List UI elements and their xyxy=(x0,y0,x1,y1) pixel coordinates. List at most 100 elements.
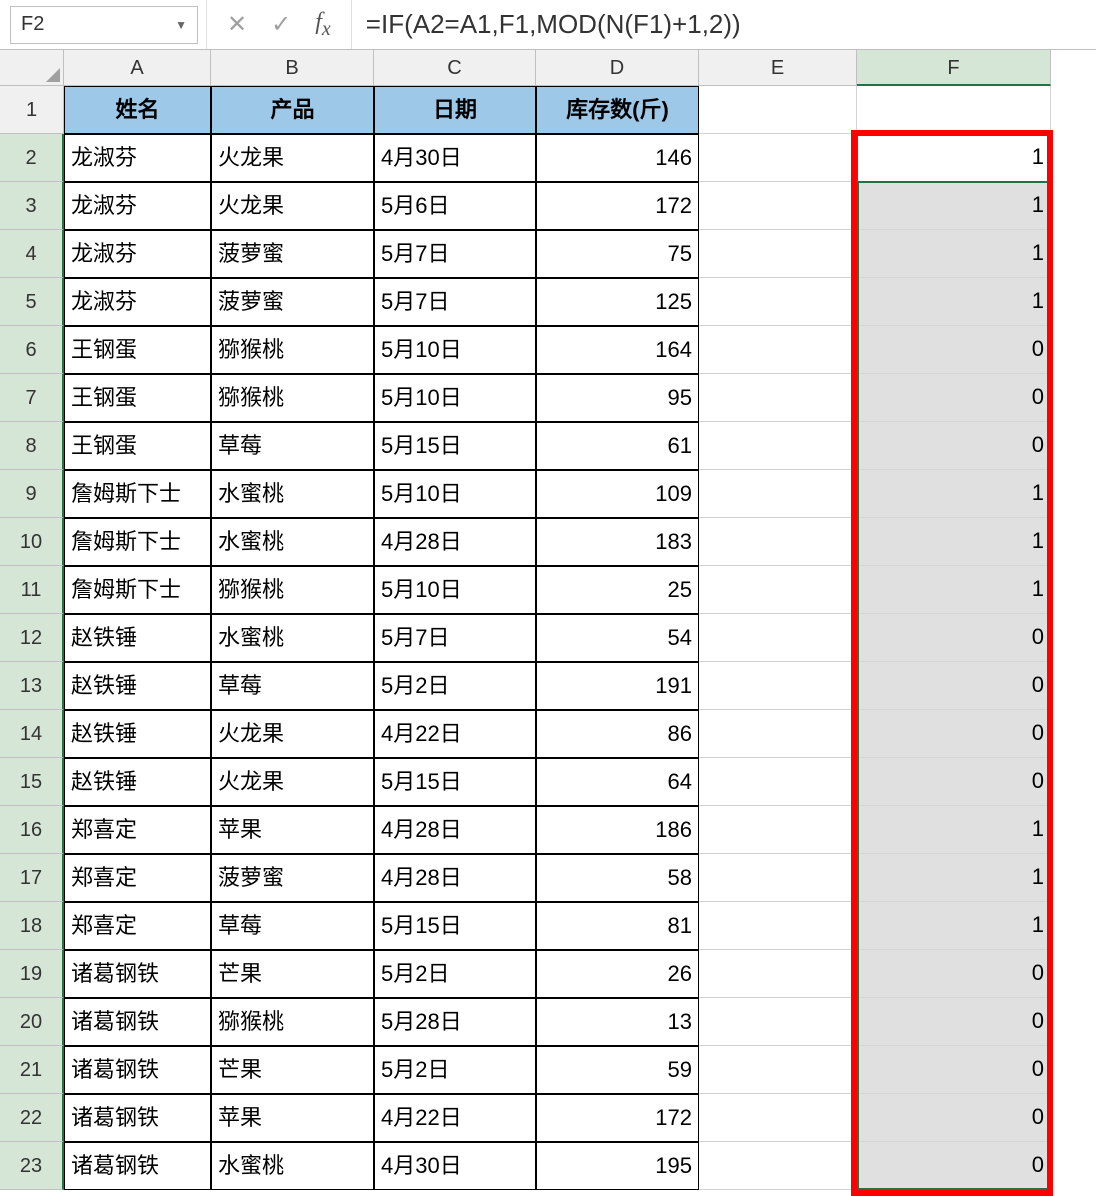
cell-B3[interactable]: 火龙果 xyxy=(211,182,374,230)
confirm-icon[interactable]: ✓ xyxy=(271,10,291,39)
spreadsheet-grid[interactable]: ABCDEF1姓名产品日期库存数(斤)2龙淑芬火龙果4月30日14613龙淑芬火… xyxy=(0,50,1096,1190)
cell-F20[interactable]: 0 xyxy=(857,998,1051,1046)
cell-E8[interactable] xyxy=(699,422,857,470)
column-header-F[interactable]: F xyxy=(857,50,1051,86)
cell-C1[interactable]: 日期 xyxy=(374,86,536,134)
cell-E23[interactable] xyxy=(699,1142,857,1190)
cell-D19[interactable]: 26 xyxy=(536,950,699,998)
row-header-10[interactable]: 10 xyxy=(0,518,64,566)
cell-C20[interactable]: 5月28日 xyxy=(374,998,536,1046)
cell-B23[interactable]: 水蜜桃 xyxy=(211,1142,374,1190)
cell-E7[interactable] xyxy=(699,374,857,422)
cell-E11[interactable] xyxy=(699,566,857,614)
cell-A22[interactable]: 诸葛钢铁 xyxy=(64,1094,211,1142)
cell-E3[interactable] xyxy=(699,182,857,230)
cell-E2[interactable] xyxy=(699,134,857,182)
fx-icon[interactable]: fx xyxy=(315,9,331,41)
cell-D2[interactable]: 146 xyxy=(536,134,699,182)
row-header-15[interactable]: 15 xyxy=(0,758,64,806)
cell-B2[interactable]: 火龙果 xyxy=(211,134,374,182)
cell-E15[interactable] xyxy=(699,758,857,806)
cell-C19[interactable]: 5月2日 xyxy=(374,950,536,998)
cell-F21[interactable]: 0 xyxy=(857,1046,1051,1094)
cell-A17[interactable]: 郑喜定 xyxy=(64,854,211,902)
cell-E10[interactable] xyxy=(699,518,857,566)
cell-D21[interactable]: 59 xyxy=(536,1046,699,1094)
cell-F22[interactable]: 0 xyxy=(857,1094,1051,1142)
cell-F23[interactable]: 0 xyxy=(857,1142,1051,1190)
row-header-4[interactable]: 4 xyxy=(0,230,64,278)
cell-F18[interactable]: 1 xyxy=(857,902,1051,950)
select-all-corner[interactable] xyxy=(0,50,64,86)
row-header-14[interactable]: 14 xyxy=(0,710,64,758)
cell-A13[interactable]: 赵铁锤 xyxy=(64,662,211,710)
cell-C9[interactable]: 5月10日 xyxy=(374,470,536,518)
cell-A3[interactable]: 龙淑芬 xyxy=(64,182,211,230)
cell-C16[interactable]: 4月28日 xyxy=(374,806,536,854)
cell-A15[interactable]: 赵铁锤 xyxy=(64,758,211,806)
row-header-11[interactable]: 11 xyxy=(0,566,64,614)
cell-A21[interactable]: 诸葛钢铁 xyxy=(64,1046,211,1094)
cell-B22[interactable]: 苹果 xyxy=(211,1094,374,1142)
cell-C10[interactable]: 4月28日 xyxy=(374,518,536,566)
cell-D5[interactable]: 125 xyxy=(536,278,699,326)
cell-A10[interactable]: 詹姆斯下士 xyxy=(64,518,211,566)
row-header-13[interactable]: 13 xyxy=(0,662,64,710)
cell-B16[interactable]: 苹果 xyxy=(211,806,374,854)
cell-C22[interactable]: 4月22日 xyxy=(374,1094,536,1142)
cell-A20[interactable]: 诸葛钢铁 xyxy=(64,998,211,1046)
cell-B5[interactable]: 菠萝蜜 xyxy=(211,278,374,326)
cell-D7[interactable]: 95 xyxy=(536,374,699,422)
row-header-1[interactable]: 1 xyxy=(0,86,64,134)
row-header-3[interactable]: 3 xyxy=(0,182,64,230)
cell-B15[interactable]: 火龙果 xyxy=(211,758,374,806)
row-header-6[interactable]: 6 xyxy=(0,326,64,374)
cell-F6[interactable]: 0 xyxy=(857,326,1051,374)
cell-A23[interactable]: 诸葛钢铁 xyxy=(64,1142,211,1190)
cell-B20[interactable]: 猕猴桃 xyxy=(211,998,374,1046)
cell-F14[interactable]: 0 xyxy=(857,710,1051,758)
cell-B4[interactable]: 菠萝蜜 xyxy=(211,230,374,278)
cell-D1[interactable]: 库存数(斤) xyxy=(536,86,699,134)
column-header-A[interactable]: A xyxy=(64,50,211,86)
cell-F8[interactable]: 0 xyxy=(857,422,1051,470)
cell-B11[interactable]: 猕猴桃 xyxy=(211,566,374,614)
cell-C12[interactable]: 5月7日 xyxy=(374,614,536,662)
cell-D10[interactable]: 183 xyxy=(536,518,699,566)
name-box-dropdown-icon[interactable]: ▼ xyxy=(175,18,187,32)
column-header-C[interactable]: C xyxy=(374,50,536,86)
cell-E22[interactable] xyxy=(699,1094,857,1142)
cell-E20[interactable] xyxy=(699,998,857,1046)
row-header-5[interactable]: 5 xyxy=(0,278,64,326)
cell-F2[interactable]: 1 xyxy=(857,134,1051,182)
cell-A14[interactable]: 赵铁锤 xyxy=(64,710,211,758)
cell-D6[interactable]: 164 xyxy=(536,326,699,374)
cell-A6[interactable]: 王钢蛋 xyxy=(64,326,211,374)
cell-B17[interactable]: 菠萝蜜 xyxy=(211,854,374,902)
cell-A2[interactable]: 龙淑芬 xyxy=(64,134,211,182)
cell-F5[interactable]: 1 xyxy=(857,278,1051,326)
row-header-9[interactable]: 9 xyxy=(0,470,64,518)
cell-E4[interactable] xyxy=(699,230,857,278)
cell-B8[interactable]: 草莓 xyxy=(211,422,374,470)
cell-C13[interactable]: 5月2日 xyxy=(374,662,536,710)
cell-D23[interactable]: 195 xyxy=(536,1142,699,1190)
cell-B13[interactable]: 草莓 xyxy=(211,662,374,710)
cell-A9[interactable]: 詹姆斯下士 xyxy=(64,470,211,518)
cell-B6[interactable]: 猕猴桃 xyxy=(211,326,374,374)
cell-E13[interactable] xyxy=(699,662,857,710)
cell-F15[interactable]: 0 xyxy=(857,758,1051,806)
cell-E21[interactable] xyxy=(699,1046,857,1094)
cell-E14[interactable] xyxy=(699,710,857,758)
cell-B7[interactable]: 猕猴桃 xyxy=(211,374,374,422)
cell-E1[interactable] xyxy=(699,86,857,134)
cell-A5[interactable]: 龙淑芬 xyxy=(64,278,211,326)
cell-F16[interactable]: 1 xyxy=(857,806,1051,854)
cell-A7[interactable]: 王钢蛋 xyxy=(64,374,211,422)
cell-C7[interactable]: 5月10日 xyxy=(374,374,536,422)
cell-F10[interactable]: 1 xyxy=(857,518,1051,566)
cell-C21[interactable]: 5月2日 xyxy=(374,1046,536,1094)
cell-E9[interactable] xyxy=(699,470,857,518)
cell-C23[interactable]: 4月30日 xyxy=(374,1142,536,1190)
row-header-8[interactable]: 8 xyxy=(0,422,64,470)
